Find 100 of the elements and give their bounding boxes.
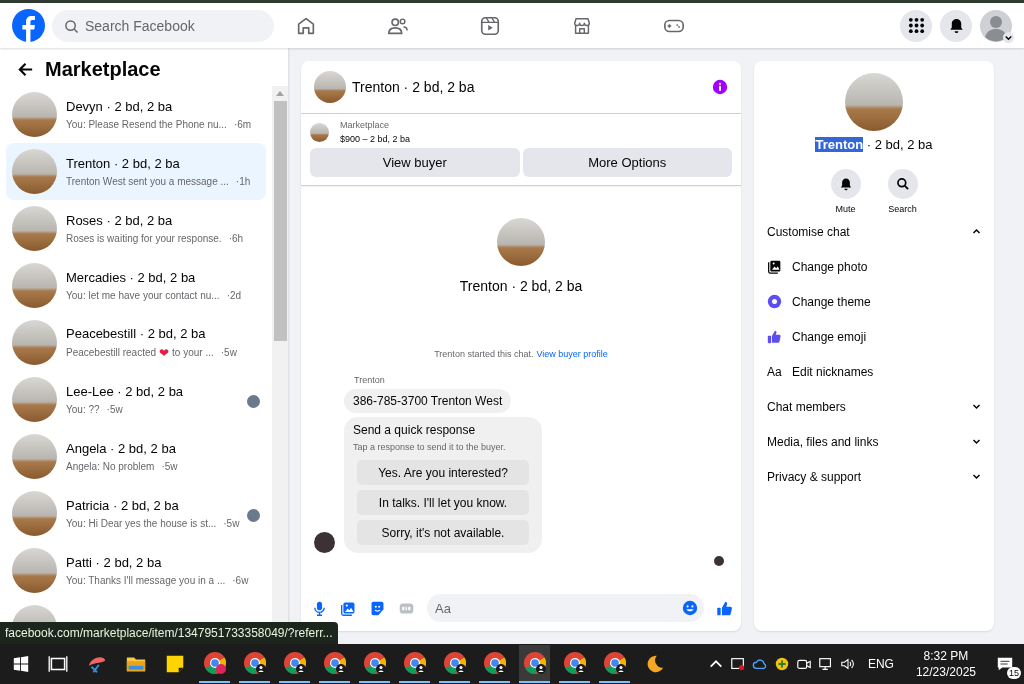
info-icon[interactable] [712, 79, 728, 95]
quick-response-button[interactable]: Sorry, it's not available. [357, 520, 529, 545]
conversation-name: Patricia · 2 bd, 2 ba [66, 498, 180, 513]
message-time: ·2d [226, 290, 242, 301]
action-label: Mute [835, 204, 856, 214]
section-header[interactable]: Media, files and links [754, 424, 994, 459]
browser-icon [242, 651, 267, 675]
browser-icon [282, 651, 307, 675]
section-header[interactable]: Chat members [754, 389, 994, 424]
bell-icon [838, 177, 853, 191]
conversation-name: Peacebestill · 2 bd, 2 ba [66, 325, 207, 341]
listing-price: $900 – 2 bd, 2 ba [340, 134, 411, 144]
plus-circle-icon[interactable] [773, 656, 790, 672]
message-time: ·6m [233, 119, 252, 130]
search-field[interactable]: Search Facebook [52, 9, 274, 42]
cloud-icon[interactable] [751, 656, 768, 672]
section-header[interactable]: Customise chat [754, 214, 994, 249]
menu-item[interactable]: Change theme [754, 284, 994, 319]
buyer-profile-link[interactable]: View buyer profile [536, 349, 608, 359]
conversation-item[interactable]: Angela · 2 bd, 2 ba Angela: No problem ·5w [6, 428, 266, 485]
conversation-item[interactable]: Patricia · 2 bd, 2 ba You: Hi Dear yes the house is st... ·5w [6, 485, 266, 542]
back-arrow-icon[interactable] [16, 60, 35, 79]
conversation-name: Devyn · 2 bd, 2 ba [66, 99, 174, 114]
chevron-up-icon [972, 227, 981, 236]
profile-button[interactable] [980, 9, 1012, 42]
chat-started-note: Trenton started this chat. [434, 349, 534, 359]
message-preview: You: Hi Dear yes the house is st... [66, 518, 217, 529]
listing-photo [310, 122, 329, 142]
theme-circle-icon [767, 294, 782, 309]
browser-icon [442, 651, 467, 675]
mute-button[interactable] [830, 169, 861, 199]
quick-response-button[interactable]: Yes. Are you interested? [357, 460, 529, 485]
message-preview: Roses is waiting for your response. [66, 233, 222, 244]
conversation-name: Trenton · 2 bd, 2 ba [66, 156, 181, 171]
listing-photo [12, 149, 57, 194]
message-preview: You: ?? [66, 404, 100, 415]
conversation-item[interactable]: Mercadies · 2 bd, 2 ba You: let me have your contact nu... ·2d [6, 257, 266, 314]
conversation-item[interactable]: Trenton · 2 bd, 2 ba Trenton West sent you a message ... ·1h [6, 143, 266, 200]
action-button[interactable]: More Options [522, 148, 732, 177]
conversation-name: Mercadies · 2 bd, 2 ba [66, 270, 197, 285]
conversation-item[interactable]: Roses · 2 bd, 2 ba Roses is waiting for your response. ·6h [6, 200, 266, 257]
conversation-name: Roses · 2 bd, 2 ba [66, 213, 174, 228]
task-view-icon[interactable] [47, 653, 69, 675]
notification-center-button[interactable]: 15 [992, 651, 1018, 677]
video-icon[interactable] [479, 14, 501, 37]
browser-icon [362, 651, 387, 675]
network-icon[interactable] [817, 656, 834, 672]
conversation-item[interactable]: Lee-Lee · 2 bd, 2 ba You: ?? ·5w [6, 371, 266, 428]
browser-icon [402, 651, 427, 675]
search-button[interactable] [887, 169, 918, 199]
menu-button[interactable] [900, 9, 932, 42]
quick-response-hint: Tap a response to send it to the buyer. [353, 442, 507, 452]
thumbs-up-icon [767, 329, 782, 344]
search-icon [895, 177, 910, 191]
listing-photo [314, 71, 346, 103]
conversation-item[interactable]: Devyn · 2 bd, 2 ba You: Please Resend the Phone nu... ·6m [6, 86, 266, 143]
notifications-button[interactable] [940, 9, 972, 42]
thumbs-up-icon[interactable] [716, 599, 733, 617]
conversation-item[interactable]: Patti · 2 bd, 2 ba You: Thanks I'll message you in a ... ·6w [6, 542, 266, 599]
browser-icon [562, 651, 587, 675]
browser-icon [322, 651, 347, 675]
listing-photo [12, 377, 57, 422]
listing-photo [12, 320, 57, 365]
menu-item[interactable]: Change photo [754, 249, 994, 284]
menu-item[interactable]: Aa Edit nicknames [754, 354, 994, 389]
conversation-title: · 2 bd, 2 ba [865, 137, 933, 152]
message-preview: Angela: No problem [66, 461, 155, 472]
quick-response-button[interactable]: In talks. I'll let you know. [357, 490, 529, 515]
windows-start-icon[interactable] [12, 655, 30, 673]
conversation-name: Angela · 2 bd, 2 ba [66, 441, 177, 456]
section-header[interactable]: Privacy & support [754, 459, 994, 494]
language-indicator[interactable]: ENG [867, 657, 894, 671]
message-time: ·6w [232, 575, 249, 586]
chevron-down-icon [972, 437, 981, 446]
listing-photo [12, 434, 57, 479]
listing-photo [12, 548, 57, 593]
message-input[interactable]: Aa [427, 594, 704, 622]
avatar-placeholder [314, 532, 335, 553]
microphone-icon[interactable] [311, 599, 328, 617]
speaker-icon[interactable] [839, 656, 856, 672]
conversation-item[interactable]: Peacebestill · 2 bd, 2 ba Peacebestill reacted ❤ to your ... ·5w [6, 314, 266, 371]
screen-alert-icon[interactable] [729, 656, 746, 672]
browser-icon [202, 651, 227, 675]
chat-intro-title: Trenton · 2 bd, 2 ba [459, 278, 583, 294]
smiley-icon[interactable] [682, 600, 698, 616]
facebook-logo[interactable] [12, 9, 45, 42]
action-button[interactable]: View buyer [310, 148, 520, 177]
menu-item[interactable]: Change emoji [754, 319, 994, 354]
listing-photo [845, 73, 903, 131]
page-title: Marketplace [45, 58, 161, 81]
sticky-note-icon[interactable] [164, 653, 186, 675]
browser-window-button[interactable] [519, 645, 550, 683]
message-preview: You: Thanks I'll message you in a ... [66, 575, 226, 586]
message-preview: You: Please Resend the Phone nu... [66, 119, 227, 130]
sticker-icon[interactable] [369, 599, 386, 617]
chevron-down-icon [972, 472, 981, 481]
clock[interactable]: 8:32 PM 12/23/2025 [915, 648, 976, 680]
listing-source: Marketplace [340, 120, 391, 130]
image-icon [767, 259, 782, 274]
quick-response-title: Send a quick response [353, 423, 477, 437]
